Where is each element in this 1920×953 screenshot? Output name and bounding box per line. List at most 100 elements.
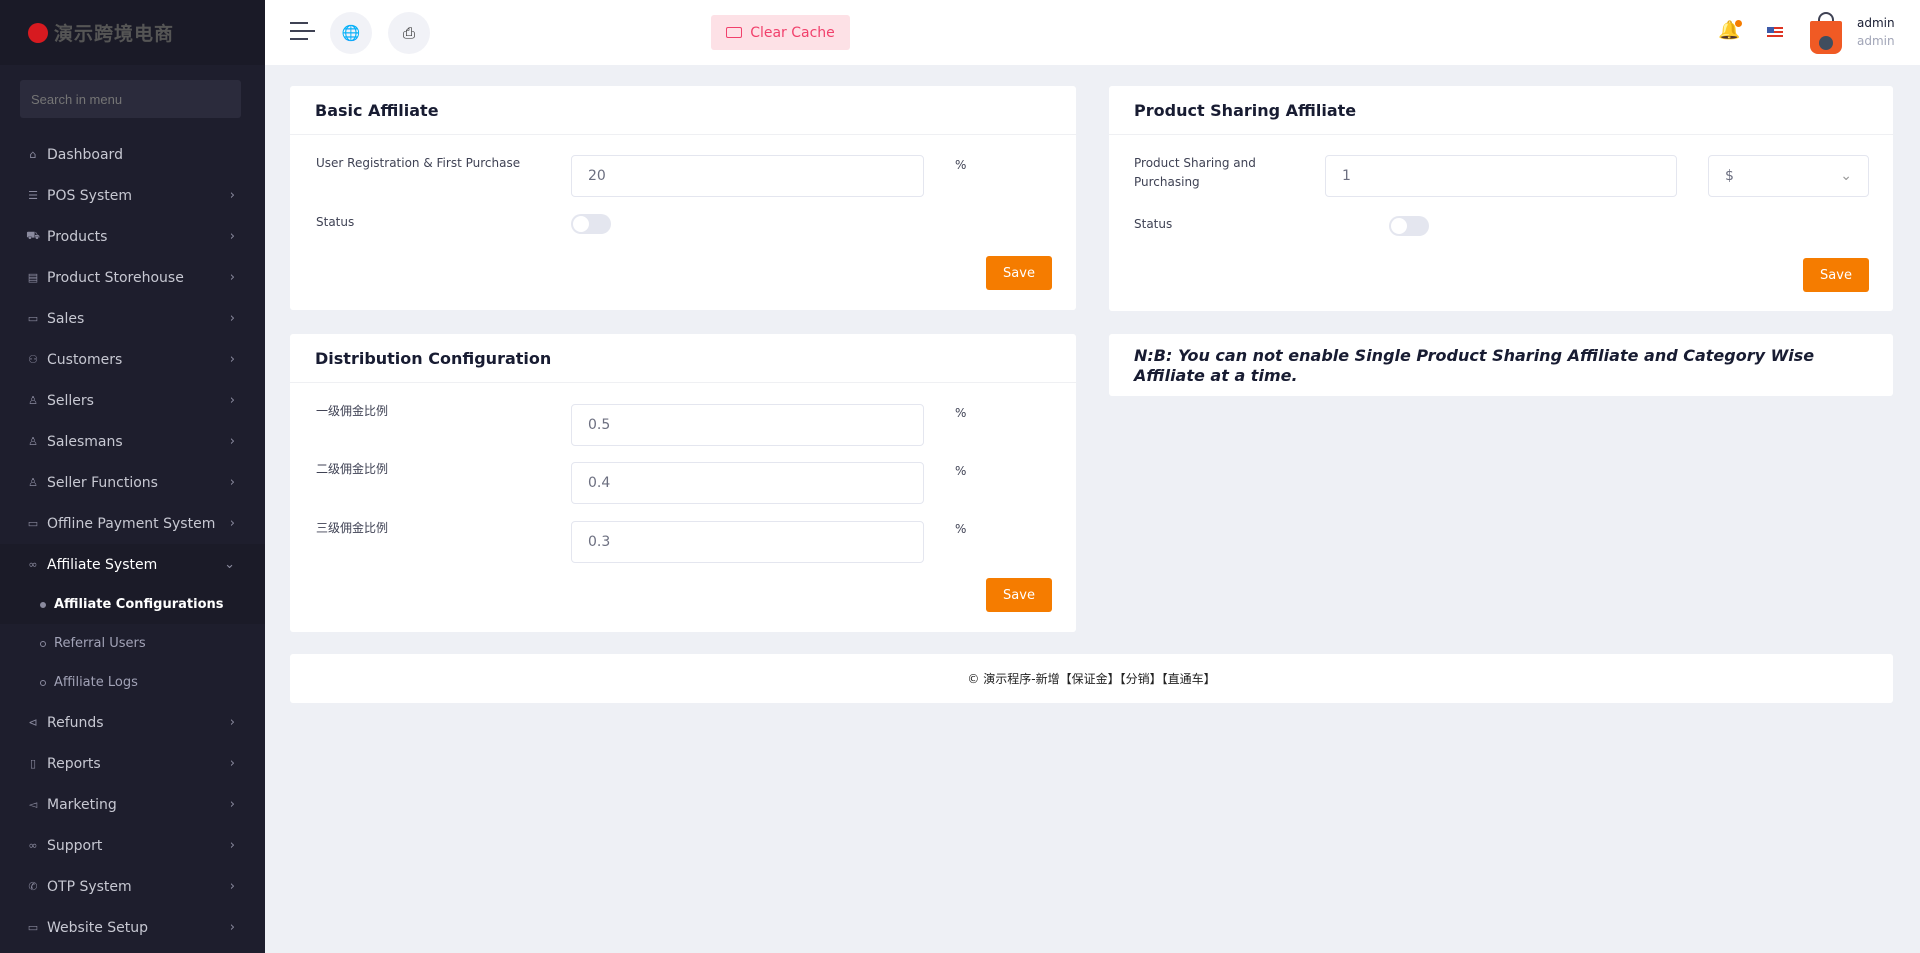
- basic-affiliate-card: Basic Affiliate User Registration & Firs…: [290, 86, 1076, 310]
- chevron-right-icon: ›: [229, 270, 235, 285]
- sidebar-item-website-setup[interactable]: ▭ Website Setup ›: [0, 907, 265, 948]
- chevron-right-icon: ›: [229, 715, 235, 730]
- currency-select[interactable]: $ ⌄: [1708, 155, 1869, 197]
- sidebar-item-salesmans[interactable]: ♙ Salesmans ›: [0, 421, 265, 462]
- chevron-right-icon: ›: [229, 434, 235, 449]
- field-label: 一级佣金比例: [316, 404, 389, 418]
- field-label: 二级佣金比例: [316, 462, 389, 476]
- card-title: Distribution Configuration: [290, 334, 1076, 383]
- card-title: Basic Affiliate: [290, 86, 1076, 135]
- clear-cache-button[interactable]: Clear Cache: [711, 15, 850, 50]
- money-icon: ▭: [27, 312, 39, 325]
- user-role: admin: [1857, 34, 1895, 48]
- label: Product Storehouse: [47, 269, 184, 286]
- unit-label: %: [955, 406, 967, 420]
- logo[interactable]: 演示跨境电商: [0, 0, 265, 65]
- sidebar-item-customers[interactable]: ⚇ Customers ›: [0, 339, 265, 380]
- chevron-right-icon: ›: [229, 229, 235, 244]
- sidebar-item-sales[interactable]: ▭ Sales ›: [0, 298, 265, 339]
- user-name: admin: [1857, 16, 1895, 30]
- card-title: Product Sharing Affiliate: [1109, 86, 1893, 135]
- sidebar-sub-affiliate-logs[interactable]: Affiliate Logs: [0, 663, 265, 702]
- home-icon: ⌂: [29, 148, 37, 161]
- sidebar-item-products[interactable]: ⛟ Products ›: [0, 216, 265, 257]
- user-icon: ♙: [28, 435, 38, 448]
- sidebar-item-otp[interactable]: ✆ OTP System ›: [0, 866, 265, 907]
- status-toggle[interactable]: [1389, 216, 1429, 236]
- label: Affiliate Configurations: [54, 597, 224, 612]
- refund-icon: ⊲: [28, 716, 38, 729]
- level3-input[interactable]: 0.3: [571, 521, 924, 563]
- user-registration-input[interactable]: 20: [571, 155, 924, 197]
- printer-icon: ⎙: [402, 24, 415, 42]
- avatar[interactable]: [1810, 12, 1842, 54]
- sidebar-item-sellers[interactable]: ♙ Sellers ›: [0, 380, 265, 421]
- sidebar-item-storehouse[interactable]: ▤ Product Storehouse ›: [0, 257, 265, 298]
- sidebar-item-support[interactable]: ∞ Support ›: [0, 825, 265, 866]
- sidebar-item-pos[interactable]: ☰ POS System ›: [0, 175, 265, 216]
- label: Salesmans: [47, 433, 123, 450]
- user-icon: ♙: [28, 476, 38, 489]
- note-card: N:B: You can not enable Single Product S…: [1109, 334, 1893, 396]
- label: OTP System: [47, 878, 132, 895]
- bullet-icon: [40, 640, 46, 647]
- chevron-right-icon: ›: [229, 516, 235, 531]
- sidebar-item-marketing[interactable]: ◅ Marketing ›: [0, 784, 265, 825]
- us-flag-icon[interactable]: [1767, 27, 1783, 38]
- users-icon: ⚇: [28, 353, 38, 366]
- notification-bell-icon[interactable]: 🔔: [1718, 20, 1743, 41]
- list-icon: ☰: [28, 189, 38, 202]
- unit-label: %: [955, 522, 967, 536]
- sidebar-item-reports[interactable]: ▯ Reports ›: [0, 743, 265, 784]
- footer-text: © 演示程序-新增【保证金】【分销】【直通车】: [967, 672, 1216, 686]
- user-icon: ♙: [28, 394, 38, 407]
- label: Affiliate System: [47, 556, 158, 573]
- label: Reports: [47, 755, 101, 772]
- selected-value: $: [1725, 168, 1734, 184]
- unit-label: %: [955, 158, 967, 172]
- label: Referral Users: [54, 636, 146, 651]
- sidebar-item-offline-payment[interactable]: ▭ Offline Payment System ›: [0, 503, 265, 544]
- field-label: Product Sharing and Purchasing: [1134, 156, 1256, 189]
- link-icon: ∞: [28, 558, 38, 571]
- unit-label: %: [955, 464, 967, 478]
- label: Dashboard: [47, 146, 123, 163]
- print-button[interactable]: ⎙: [388, 12, 430, 54]
- sidebar-sub-referral-users[interactable]: Referral Users: [0, 624, 265, 663]
- chevron-right-icon: ›: [229, 188, 235, 203]
- sidebar-item-affiliate[interactable]: ∞ Affiliate System ⌄: [0, 544, 265, 585]
- label: Marketing: [47, 796, 117, 813]
- field-label: 三级佣金比例: [316, 521, 389, 535]
- globe-button[interactable]: 🌐: [330, 12, 372, 54]
- status-toggle[interactable]: [571, 214, 611, 234]
- chevron-right-icon: ›: [229, 797, 235, 812]
- sidebar: 演示跨境电商 ⌂ Dashboard ☰ POS System › ⛟ Products…: [0, 0, 265, 953]
- sidebar-item-seller-functions[interactable]: ♙ Seller Functions ›: [0, 462, 265, 503]
- save-button[interactable]: Save: [1803, 258, 1869, 292]
- level1-input[interactable]: 0.5: [571, 404, 924, 446]
- file-icon: ▯: [29, 757, 37, 770]
- label: Clear Cache: [750, 24, 835, 41]
- logo-text: 演示跨境电商: [54, 23, 175, 45]
- sidebar-sub-affiliate-configurations[interactable]: Affiliate Configurations: [0, 585, 265, 624]
- link-icon: ∞: [28, 839, 38, 852]
- label: Affiliate Logs: [54, 675, 138, 690]
- product-sharing-card: Product Sharing Affiliate Product Sharin…: [1109, 86, 1893, 311]
- chevron-right-icon: ›: [229, 838, 235, 853]
- sidebar-item-dashboard[interactable]: ⌂ Dashboard: [0, 134, 265, 175]
- menu-search-input[interactable]: [20, 80, 241, 118]
- menu-toggle-icon[interactable]: [290, 22, 315, 40]
- label: Sellers: [47, 392, 94, 409]
- label: Refunds: [47, 714, 104, 731]
- phone-icon: ✆: [28, 880, 38, 893]
- save-button[interactable]: Save: [986, 578, 1052, 612]
- cart-icon: ⛟: [26, 229, 40, 242]
- save-button[interactable]: Save: [986, 256, 1052, 290]
- product-sharing-input[interactable]: 1: [1325, 155, 1677, 197]
- money-icon: ▭: [27, 517, 39, 530]
- sidebar-item-refunds[interactable]: ⊲ Refunds ›: [0, 702, 265, 743]
- bullet-icon: [40, 601, 46, 608]
- level2-input[interactable]: 0.4: [571, 462, 924, 504]
- status-label: Status: [1134, 217, 1173, 231]
- chevron-right-icon: ›: [229, 311, 235, 326]
